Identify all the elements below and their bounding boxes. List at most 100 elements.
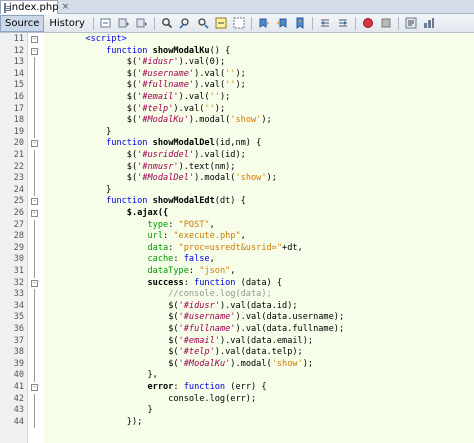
previous-bookmark-icon[interactable] — [257, 16, 271, 30]
code-token: cache — [147, 254, 174, 265]
code-line[interactable]: 43 } — [0, 405, 474, 417]
collapse-fold-icon[interactable]: - — [31, 140, 38, 148]
code-token: '' — [204, 103, 215, 114]
find-next-icon[interactable] — [196, 16, 210, 30]
code-line[interactable]: 15 $('#fullname').val(''); — [0, 80, 474, 92]
code-line[interactable]: 13 $('#idusr').val(0); — [0, 57, 474, 69]
code-text: }, — [44, 370, 157, 382]
code-token: +dt, — [282, 242, 303, 253]
code-line[interactable]: 37 $('#email').val(data.email); — [0, 335, 474, 348]
code-token: }); — [126, 416, 143, 427]
code-line[interactable]: 41- error: function (err) { — [0, 382, 474, 394]
shift-right-icon[interactable] — [336, 16, 350, 30]
code-token: ).val(data.fullname); — [235, 324, 345, 334]
fold-guide-line — [34, 115, 35, 127]
line-number: 25 — [13, 196, 24, 207]
code-line[interactable]: 17 $('#telp').val(''); — [0, 103, 474, 116]
collapse-fold-icon[interactable]: - — [31, 198, 38, 206]
code-line[interactable]: 21 $('#usriddel').val(id); — [0, 150, 474, 162]
code-line[interactable]: 19 } — [0, 126, 474, 139]
find-selection-icon[interactable] — [160, 16, 174, 30]
code-token: $( — [168, 312, 179, 323]
collapse-fold-icon[interactable]: - — [31, 210, 38, 217]
code-line[interactable]: 34 $('#idusr').val(data.id); — [0, 300, 474, 313]
code-line[interactable]: 39 $('#ModalKu').modal('show'); — [0, 358, 474, 371]
history-view-button[interactable]: History — [44, 15, 90, 32]
code-line[interactable]: 44 }); — [0, 416, 474, 429]
code-line[interactable]: 22 $('#nmusr').text(nm); — [0, 161, 474, 174]
code-line[interactable]: 18 $('#ModalKu').modal('show'); — [0, 115, 474, 127]
forward-dropdown-icon[interactable] — [135, 16, 149, 30]
code-line[interactable]: 30 cache: false, — [0, 254, 474, 266]
comment-icon[interactable] — [404, 16, 418, 30]
code-text: $('#telp').val(data.telp); — [44, 347, 303, 359]
toggle-rectangular-selection-icon[interactable] — [232, 16, 246, 30]
code-token: $( — [168, 324, 179, 334]
collapse-fold-icon[interactable]: - — [31, 36, 38, 43]
code-line[interactable]: 24 } — [0, 184, 474, 197]
code-token: ).val(data.email); — [219, 335, 314, 346]
start-macro-recording-icon[interactable] — [361, 16, 375, 30]
code-line[interactable]: 32- success: function (data) { — [0, 278, 474, 290]
code-line[interactable]: 38 $('#telp').val(data.telp); — [0, 347, 474, 359]
code-token: '' — [225, 68, 236, 79]
code-line[interactable]: 42 console.log(err); — [0, 393, 474, 406]
code-token: $( — [126, 103, 138, 114]
code-token: ).modal( — [188, 115, 231, 126]
code-line[interactable]: 23 $('#ModalDel').modal('show'); — [0, 173, 474, 185]
code-text: $('#email').val(data.email); — [44, 336, 313, 348]
collapse-fold-icon[interactable]: - — [31, 279, 38, 287]
find-previous-icon[interactable] — [178, 16, 192, 30]
code-line[interactable]: 29 data: "proc=usredt&usrid="+dt, — [0, 242, 474, 255]
file-tab-label: index.php — [9, 2, 59, 13]
toolbar-separator — [92, 16, 94, 30]
toggle-highlight-icon[interactable] — [214, 16, 228, 30]
code-line[interactable]: 36 $('#fullname').val(data.fullname); — [0, 324, 474, 336]
back-dropdown-icon[interactable] — [117, 16, 131, 30]
editor-tab-strip: index.php × — [0, 0, 474, 14]
file-tab-index-php[interactable]: index.php × — [0, 0, 69, 14]
code-line[interactable]: 11- <script> — [0, 34, 474, 46]
code-line[interactable]: 28 url: "execute.php", — [0, 231, 474, 243]
line-number: 15 — [13, 80, 24, 91]
code-token: '#usriddel' — [137, 150, 195, 160]
collapse-fold-icon[interactable]: - — [31, 47, 38, 55]
code-line[interactable]: 20- function showModalDel(id,nm) { — [0, 138, 474, 150]
code-line[interactable]: 35 $('#username').val(data.username); — [0, 312, 474, 324]
code-token: $( — [168, 335, 179, 346]
toggle-bookmark-icon[interactable] — [293, 16, 307, 30]
code-line[interactable]: 27 type: "POST", — [0, 219, 474, 232]
line-number: 26 — [13, 208, 24, 218]
code-token: '' — [225, 80, 236, 91]
source-view-button[interactable]: Source — [0, 14, 45, 32]
code-line[interactable]: 31 dataType: "json", — [0, 266, 474, 278]
fold-guide-line — [34, 242, 35, 255]
next-bookmark-icon[interactable] — [275, 16, 289, 30]
code-token: showModalKu — [152, 45, 210, 56]
code-line[interactable]: 16 $('#email').val(''); — [0, 92, 474, 104]
code-token: } — [106, 184, 112, 195]
line-number: 38 — [13, 347, 24, 358]
last-edit-icon[interactable] — [99, 16, 113, 30]
uncomment-icon[interactable] — [422, 16, 436, 30]
collapse-fold-icon[interactable]: - — [31, 384, 38, 391]
code-line[interactable]: 25- function showModalEdt(dt) { — [0, 196, 474, 208]
close-tab-icon[interactable]: × — [62, 3, 70, 12]
code-line[interactable]: 26- $.ajax({ — [0, 208, 474, 220]
code-token: $( — [126, 80, 138, 91]
code-line[interactable]: 40 }, — [0, 370, 474, 382]
code-token: $.ajax({ — [126, 208, 169, 218]
code-text: function showModalEdt(dt) { — [44, 196, 246, 208]
code-token: url — [147, 231, 164, 242]
code-text: $('#idusr').val(data.id); — [44, 301, 297, 313]
stop-macro-recording-icon[interactable] — [379, 16, 393, 30]
code-line[interactable]: 14 $('#username').val(''); — [0, 68, 474, 81]
code-token: $( — [126, 173, 138, 184]
line-number: 17 — [13, 103, 24, 114]
code-line[interactable]: 12- function showModalKu() { — [0, 46, 474, 58]
code-editor[interactable]: 11- <script> 12- function showModalKu() {… — [0, 33, 474, 443]
shift-left-icon[interactable] — [318, 16, 332, 30]
fold-guide-line — [34, 231, 35, 243]
code-line[interactable]: 33 //console.log(data); — [0, 289, 474, 301]
code-text: $('#fullname').val(data.fullname); — [44, 324, 344, 336]
